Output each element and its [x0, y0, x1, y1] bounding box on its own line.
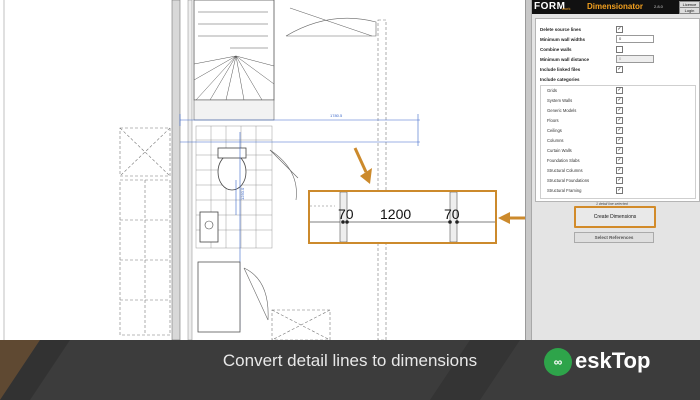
option-label: Include categories: [540, 77, 580, 82]
minimum-wall-distance-input[interactable]: 0: [616, 55, 654, 63]
category-ceilings-checkbox[interactable]: ✓: [616, 127, 623, 134]
drawing-canvas[interactable]: 1780.5 1250.0: [0, 0, 572, 341]
category-label: Curtain Walls: [547, 148, 572, 153]
settings-box: Delete source lines ✓ Minimum wall width…: [535, 18, 700, 202]
category-structural-columns-checkbox[interactable]: ✓: [616, 167, 623, 174]
category-grids-checkbox[interactable]: ✓: [616, 87, 623, 94]
category-label: Ceilings: [547, 128, 562, 133]
login-button[interactable]: Login: [679, 7, 700, 14]
category-label: Structural Framing: [547, 188, 582, 193]
category-label: System Walls: [547, 98, 573, 103]
select-references-button[interactable]: Select References: [574, 232, 654, 243]
dimensionator-panel: FORM work Dimensionator 2.8.0 Licence Lo…: [531, 0, 700, 340]
dim-label-horizontal: 1780.5: [330, 113, 343, 118]
category-structural-foundations-checkbox[interactable]: ✓: [616, 177, 623, 184]
delete-source-lines-checkbox[interactable]: ✓: [616, 26, 623, 33]
category-label: Grids: [547, 88, 558, 93]
option-label: Minimum wall distance: [540, 57, 590, 62]
category-system-walls-checkbox[interactable]: ✓: [616, 97, 623, 104]
category-curtain-walls-checkbox[interactable]: ✓: [616, 147, 623, 154]
category-generic-models-checkbox[interactable]: ✓: [616, 107, 623, 114]
minimum-wall-widths-input[interactable]: 0: [616, 35, 654, 43]
category-columns-checkbox[interactable]: ✓: [616, 137, 623, 144]
option-label: Combine walls: [540, 47, 572, 52]
panel-version: 2.8.0: [654, 4, 663, 9]
zoom-detail-box: 70 1200 70: [308, 190, 497, 244]
dim-value-right: 70: [444, 206, 460, 222]
dim-value-middle: 1200: [380, 206, 412, 222]
category-label: Columns: [547, 138, 564, 143]
brand-logo-sub: work: [562, 6, 571, 11]
create-dimensions-button[interactable]: Create Dimensions: [574, 206, 656, 228]
category-label: Generic Models: [547, 108, 577, 113]
option-label: Delete source lines: [540, 27, 582, 32]
arrow-left-icon: [498, 212, 510, 224]
panel-title: Dimensionator: [587, 2, 644, 11]
category-label: Structural Foundations: [547, 178, 590, 183]
category-structural-framing-checkbox[interactable]: ✓: [616, 187, 623, 194]
combine-walls-checkbox[interactable]: [616, 46, 623, 53]
panel-header: FORM work Dimensionator 2.8.0 Licence Lo…: [532, 0, 700, 14]
watermark-text: eskTop: [575, 348, 651, 373]
category-foundation-slabs-checkbox[interactable]: ✓: [616, 157, 623, 164]
option-label: Include linked files: [540, 67, 581, 72]
watermark-logo-icon: ∞: [544, 348, 572, 376]
option-label: Minimum wall widths: [540, 37, 586, 42]
category-label: Foundation Slabs: [547, 158, 580, 163]
category-label: Structural Columns: [547, 168, 583, 173]
brand-logo: FORM: [534, 1, 566, 12]
dim-label-vertical: 1250.0: [240, 187, 245, 200]
category-floors-checkbox[interactable]: ✓: [616, 117, 623, 124]
include-linked-files-checkbox[interactable]: ✓: [616, 66, 623, 73]
dim-value-left: 70: [338, 206, 354, 222]
floor-plan: 1780.5 1250.0: [3, 0, 572, 341]
category-label: Floors: [547, 118, 559, 123]
